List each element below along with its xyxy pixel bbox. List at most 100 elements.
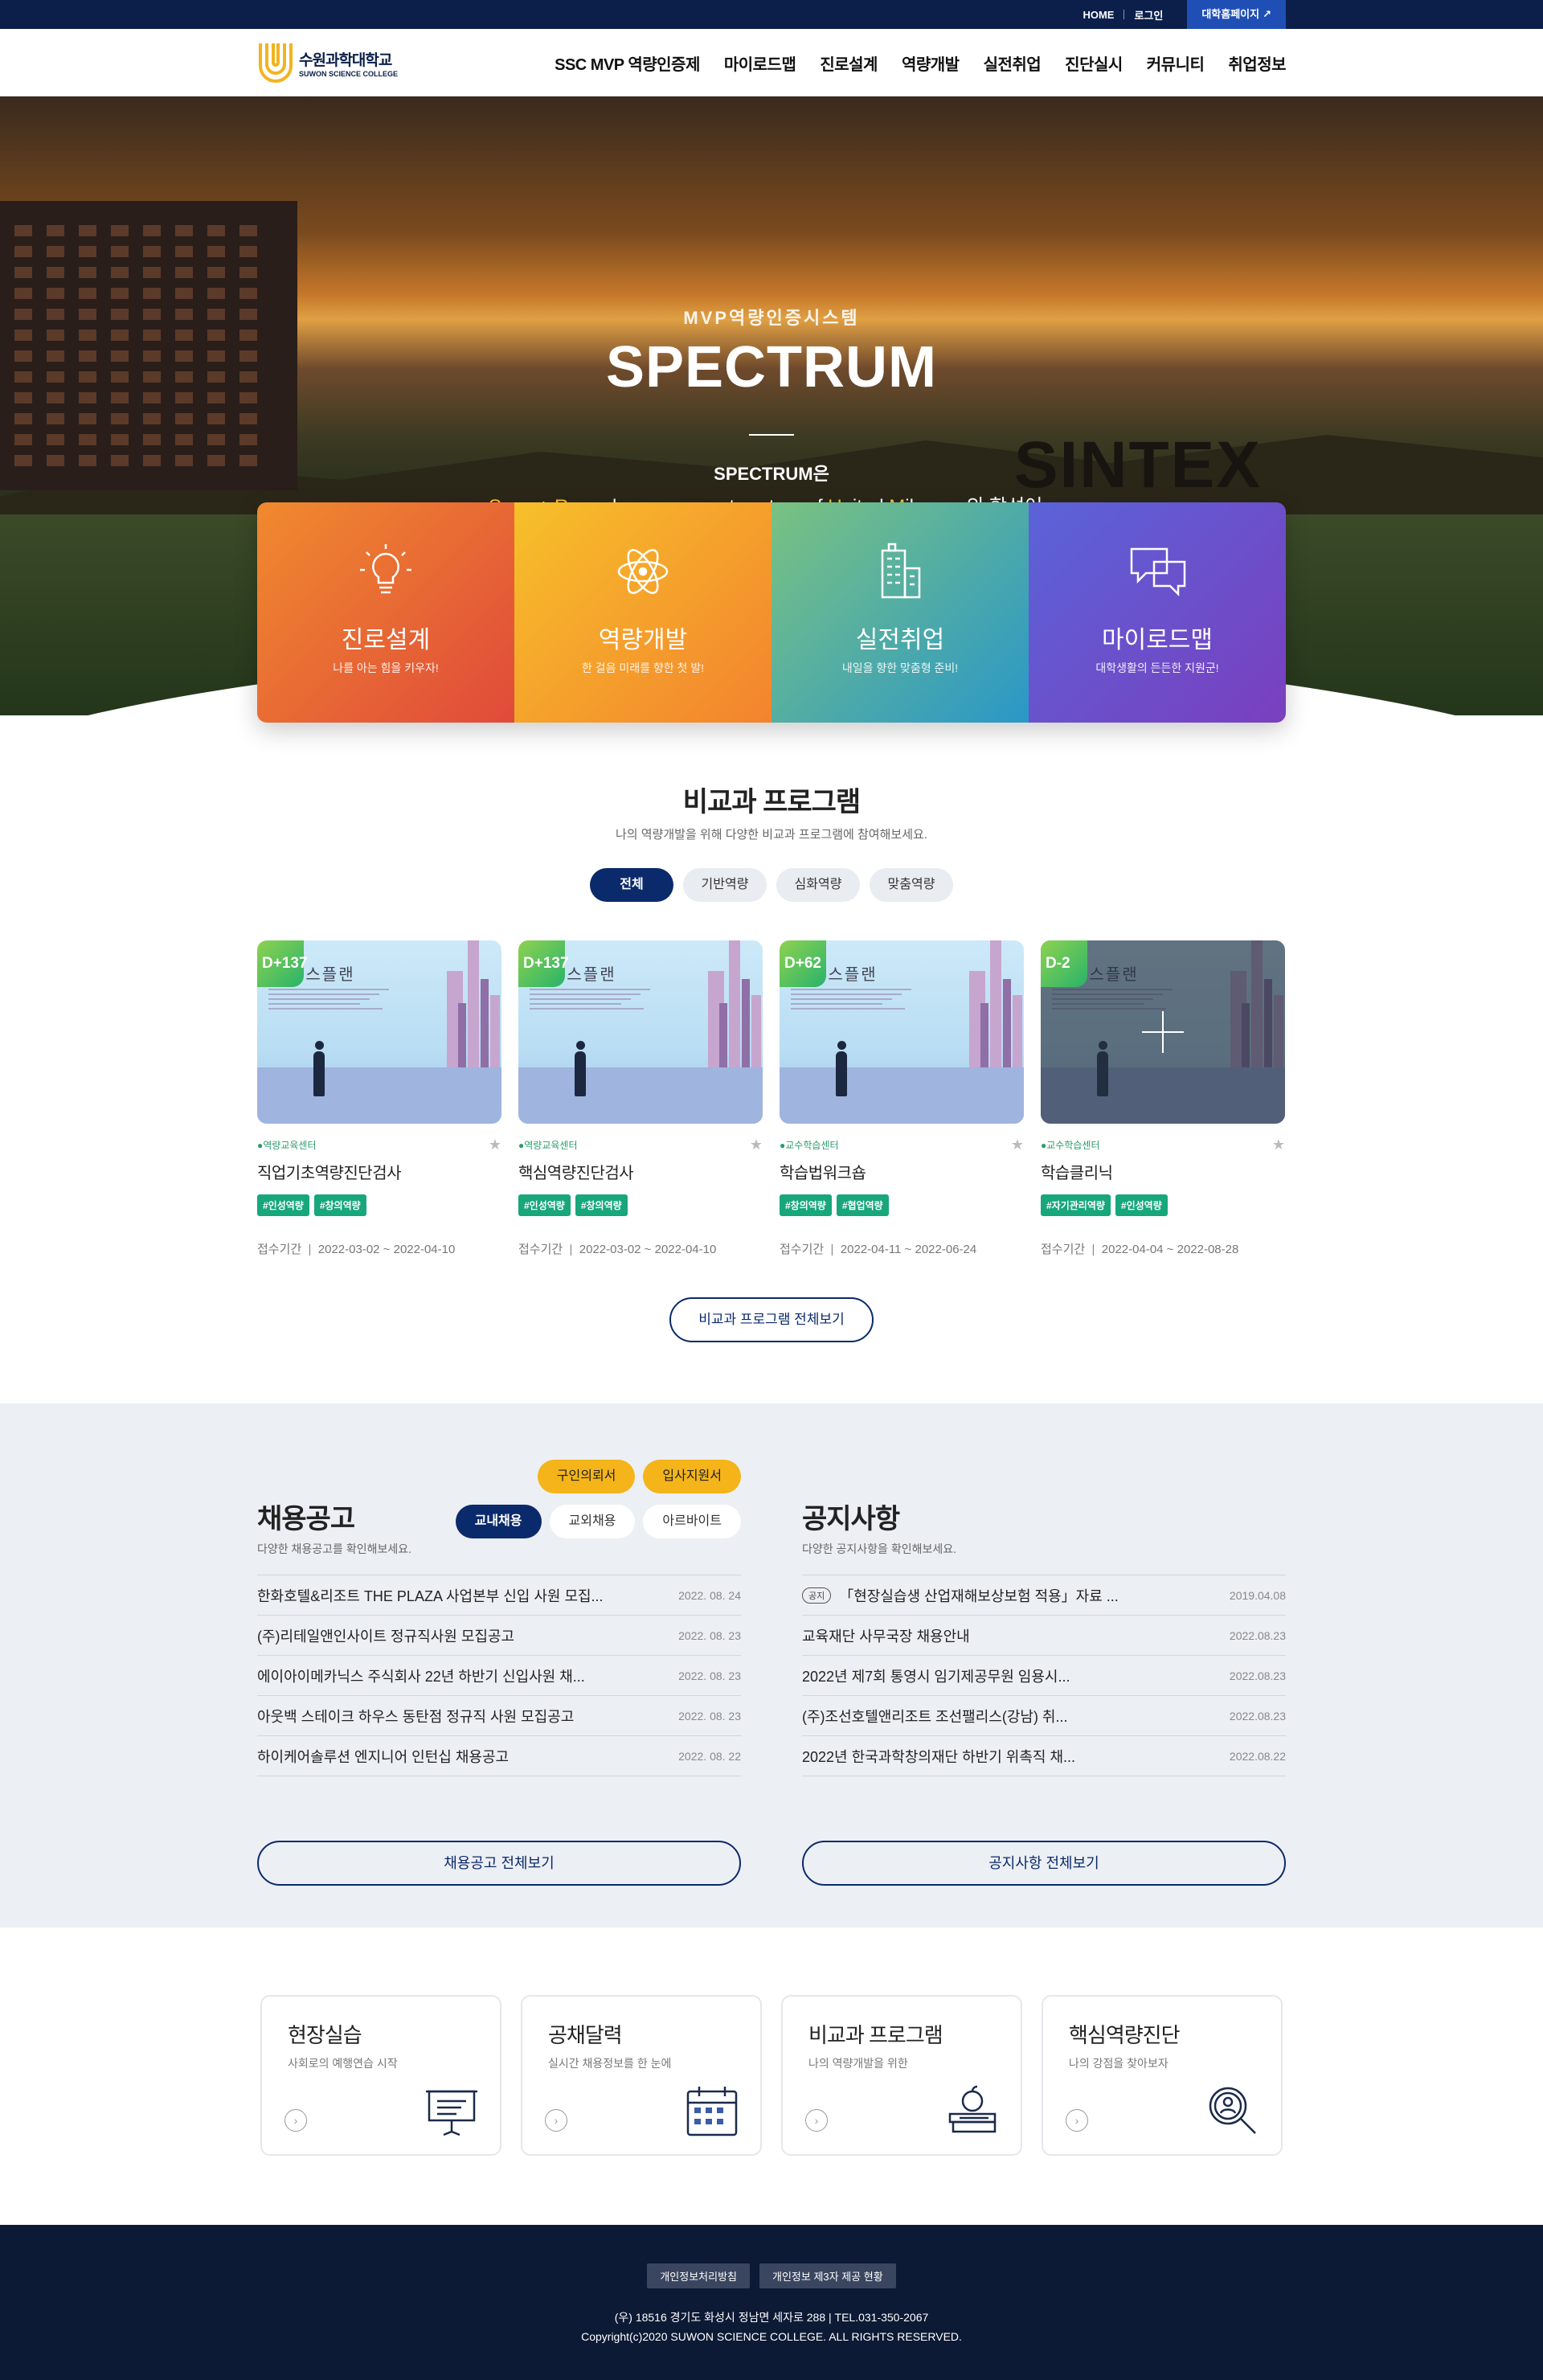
building-window (14, 225, 32, 236)
building-window (14, 246, 32, 257)
building-window (175, 267, 193, 278)
university-home-label: 대학홈페이지 (1201, 8, 1260, 20)
competency-tag: #창의역량 (313, 1194, 366, 1216)
notice-date: 2022.08.23 (1229, 1709, 1286, 1723)
program-card[interactable]: 시스플랜D-2●교수학습센터★학습클리닉#자기관리역량#인성역량접수기간 | 2… (1041, 940, 1285, 1257)
service-recruit-calendar[interactable]: 공채달력 실시간 채용정보를 한 눈에 › (521, 1995, 762, 2156)
star-icon[interactable]: ★ (1272, 1137, 1285, 1153)
footer-address: (우) 18516 경기도 화성시 정남면 세자로 288 | TEL.031-… (614, 2311, 929, 2324)
job-list-item[interactable]: 에이아이메카닉스 주식회사 22년 하반기 신입사원 채... 2022. 08.… (257, 1656, 741, 1696)
nav-diagnosis[interactable]: 진단실시 (1065, 51, 1123, 75)
notice-list-item[interactable]: 2022년 제7회 통영시 임기제공무원 임용시... 2022.08.23 (802, 1656, 1286, 1696)
illustration-text-line (530, 1003, 621, 1005)
job-title: 에이아이메카닉스 주식회사 22년 하반기 신입사원 채... (257, 1668, 585, 1685)
notice-title: 교육재단 사무국장 채용안내 (802, 1628, 970, 1645)
third-party-privacy-link[interactable]: 개인정보 제3자 제공 현황 (759, 2263, 896, 2288)
hero-subtitle: MVP역량인증시스템 (683, 308, 860, 328)
location-pin-icon: ● (780, 1139, 786, 1151)
illustration-person-head (315, 1041, 324, 1050)
privacy-policy-link[interactable]: 개인정보처리방침 (647, 2263, 750, 2288)
location-pin-icon: ● (518, 1139, 525, 1151)
board-section: 구인의뢰서 입사지원서 교내채용 교외채용 아르바이트 채용공고 다양한 채용공… (0, 1403, 1543, 1927)
illustration-text-line (268, 989, 389, 990)
nav-mvp[interactable]: SSC MVP 역량인증제 (555, 51, 700, 75)
notice-list-item[interactable]: (주)조선호텔앤리조트 조선팰리스(강남) 취... 2022.08.23 (802, 1696, 1286, 1736)
building-window (14, 267, 32, 278)
notice-title: 공지사항 (802, 1504, 900, 1534)
building-window (175, 225, 193, 236)
programs-more-button[interactable]: 비교과 프로그램 전체보기 (669, 1297, 874, 1342)
competency-tag: #협업역량 (836, 1194, 889, 1216)
nav-career-design[interactable]: 진로설계 (820, 51, 878, 75)
jobs-more-button[interactable]: 채용공고 전체보기 (257, 1841, 741, 1886)
illustration-tower (481, 979, 489, 1067)
service-programs[interactable]: 비교과 프로그램 나의 역량개발을 위한 › (781, 1995, 1022, 2156)
quick-career-design[interactable]: 진로설계 나를 아는 힘을 키우자! (257, 502, 514, 723)
nav-myroadmap[interactable]: 마이로드맵 (724, 51, 796, 75)
notice-more-button[interactable]: 공지사항 전체보기 (802, 1841, 1286, 1886)
quick-competency[interactable]: 역량개발 한 걸음 미래를 향한 첫 발! (514, 502, 772, 723)
tab-advanced[interactable]: 심화역량 (776, 868, 860, 902)
program-title: 학습클리닉 (1041, 1165, 1113, 1182)
job-application-form-button[interactable]: 입사지원서 (643, 1460, 741, 1493)
illustration-tower (458, 1003, 466, 1067)
tab-all[interactable]: 전체 (590, 868, 673, 902)
building-window (239, 288, 257, 299)
notice-list-item[interactable]: 2022년 한국과학창의재단 하반기 위촉직 채... 2022.08.22 (802, 1736, 1286, 1776)
building-window (47, 288, 64, 299)
job-list-item[interactable]: (주)리테일앤인사이트 정규직사원 모집공고 2022. 08. 23 (257, 1616, 741, 1656)
tab-basic[interactable]: 기반역량 (683, 868, 767, 902)
job-title: (주)리테일앤인사이트 정규직사원 모집공고 (257, 1628, 515, 1645)
illustration-text-line (268, 998, 370, 1000)
home-link[interactable]: HOME (1073, 9, 1123, 21)
notice-list-item[interactable]: 공지 「현장실습생 산업재해보상보험 적용」자료 ... 2019.04.08 (802, 1575, 1286, 1616)
illustration-ground (780, 1067, 1024, 1124)
job-list-item[interactable]: 한화호텔&리조트 THE PLAZA 사업본부 신입 사원 모집... 2022.… (257, 1575, 741, 1616)
programs-section: 비교과 프로그램 나의 역량개발을 위해 다양한 비교과 프로그램에 참여해보세… (0, 780, 1543, 1342)
chevron-right-icon: › (805, 2109, 828, 2132)
quick-employment[interactable]: 실전취업 내일을 향한 맞춤형 준비! (772, 502, 1029, 723)
program-thumbnail: 시스플랜D-2 (1041, 940, 1285, 1124)
star-icon[interactable]: ★ (750, 1137, 763, 1153)
tab-off-campus-jobs[interactable]: 교외채용 (549, 1505, 636, 1538)
program-card[interactable]: 시스플랜 D+62 ● 교수학습센터 ★ 학습법워크숍 #창의역량 #협업역량 접수기간 | 2… (780, 940, 1024, 1257)
nav-employment[interactable]: 실전취업 (984, 51, 1042, 75)
star-icon[interactable]: ★ (489, 1137, 501, 1153)
site-header: 수원과학대학교 SUWON SCIENCE COLLEGE SSC MVP 역량… (0, 29, 1543, 96)
star-icon[interactable]: ★ (1011, 1137, 1024, 1153)
nav-job-info[interactable]: 취업정보 (1228, 51, 1286, 75)
quick-title: 마이로드맵 (1102, 627, 1213, 653)
notice-desc: 다양한 공지사항을 확인해보세요. (802, 1542, 956, 1555)
building-window (111, 288, 129, 299)
tab-custom[interactable]: 맞춤역량 (870, 868, 953, 902)
jobs-board: 구인의뢰서 입사지원서 교내채용 교외채용 아르바이트 채용공고 다양한 채용공… (257, 1460, 741, 1886)
competency-tag: #인성역량 (1115, 1194, 1168, 1216)
service-core-diagnosis[interactable]: 핵심역량진단 나의 강점을 찾아보자 › (1042, 1995, 1283, 2156)
program-card[interactable]: 시스플랜 D+137 ● 역량교육센터 ★ 직업기초역량진단검사 #인성역량 #창의역량 접수기… (257, 940, 501, 1257)
job-request-form-button[interactable]: 구인의뢰서 (537, 1460, 636, 1493)
tab-on-campus-jobs[interactable]: 교내채용 (455, 1505, 542, 1538)
nav-community[interactable]: 커뮤니티 (1147, 51, 1205, 75)
program-card[interactable]: 시스플랜 D+137 ● 역량교육센터 ★ 핵심역량진단검사 #인성역량 #창의역량 접수기간 … (518, 940, 763, 1257)
quick-myroadmap[interactable]: 마이로드맵 대학생활의 든든한 지원군! (1029, 502, 1286, 723)
university-home-link[interactable]: 대학홈페이지 ↗ (1187, 0, 1286, 29)
notice-list-item[interactable]: 교육재단 사무국장 채용안내 2022.08.23 (802, 1616, 1286, 1656)
dday-badge: D+62 (780, 940, 826, 987)
illustration-tower (468, 940, 479, 1067)
nav-competency[interactable]: 역량개발 (902, 51, 960, 75)
tab-part-time-jobs[interactable]: 아르바이트 (643, 1505, 741, 1538)
illustration-tower (1003, 979, 1011, 1067)
site-logo[interactable]: 수원과학대학교 SUWON SCIENCE COLLEGE (257, 39, 398, 87)
illustration-tower (742, 979, 750, 1067)
job-list-item[interactable]: 아웃백 스테이크 하우스 동탄점 정규직 사원 모집공고 2022. 08. 23 (257, 1696, 741, 1736)
quick-title: 역량개발 (598, 627, 688, 653)
building-window (47, 267, 64, 278)
illustration-person (836, 1051, 847, 1096)
login-link[interactable]: 로그인 (1124, 7, 1173, 23)
building-window (47, 225, 64, 236)
job-list-item[interactable]: 하이케어솔루션 엔지니어 인턴십 채용공고 2022. 08. 22 (257, 1736, 741, 1776)
building-window (207, 225, 225, 236)
illustration-text-line (268, 993, 379, 995)
service-field-practice[interactable]: 현장실습 사회로의 예행연습 시작 › (260, 1995, 501, 2156)
notice-board: 공지사항 다양한 공지사항을 확인해보세요. 공지 「현장실습생 산업재해보상보험… (802, 1460, 1286, 1886)
